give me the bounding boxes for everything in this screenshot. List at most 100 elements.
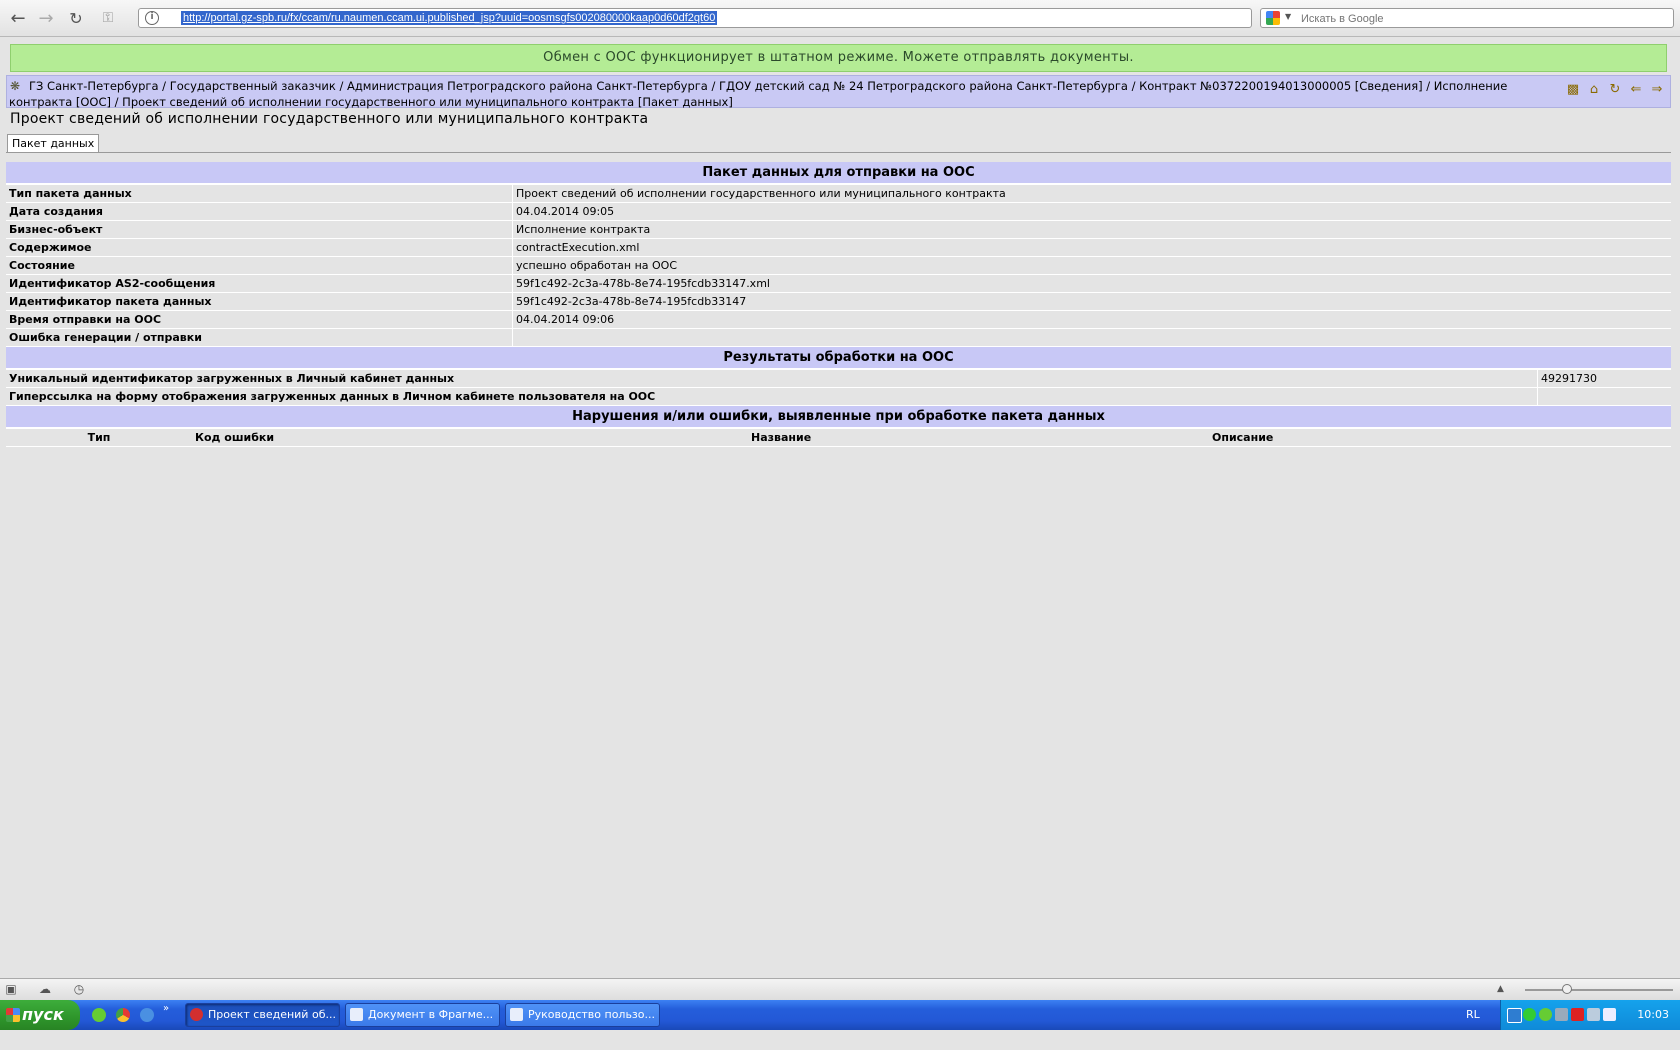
word-icon xyxy=(350,1008,363,1021)
usb-icon[interactable] xyxy=(1555,1008,1568,1021)
field-label: Уникальный идентификатор загруженных в Л… xyxy=(6,370,1538,388)
field-label: Идентификатор пакета данных xyxy=(6,292,513,311)
field-value: 49291730 xyxy=(1537,370,1671,388)
task-word-document[interactable]: Документ в Фрагме... xyxy=(345,1003,500,1027)
breadcrumb-actions: ▩ ⌂ ↻ ⇐ ⇒ xyxy=(1566,82,1664,97)
search-input[interactable] xyxy=(1299,10,1663,28)
field-label: Состояние xyxy=(6,256,513,275)
package-section-heading: Пакет данных для отправки на ООС xyxy=(6,162,1671,185)
forward-arrow-icon[interactable]: → xyxy=(34,6,58,30)
forward-icon[interactable]: ⇒ xyxy=(1650,82,1664,97)
tab-divider xyxy=(6,152,1671,153)
page-title: Проект сведений об исполнении государств… xyxy=(10,111,649,127)
task-label: Руководство пользо... xyxy=(528,1008,656,1021)
system-tray: 10:03 xyxy=(1500,1000,1680,1030)
package-row: Ошибка генерации / отправки xyxy=(6,328,1671,347)
language-indicator[interactable]: RL xyxy=(1466,1000,1480,1030)
back-arrow-icon[interactable]: ← xyxy=(6,6,30,30)
field-label: Содержимое xyxy=(6,238,513,257)
screen-bottom-edge xyxy=(0,1030,1680,1050)
site-info-icon[interactable]: i xyxy=(145,11,159,25)
search-box[interactable]: ▼ xyxy=(1260,8,1674,28)
windows-logo-icon xyxy=(6,1008,20,1022)
field-label: Дата создания xyxy=(6,202,513,221)
column-header-type[interactable]: Тип xyxy=(6,429,192,447)
field-value xyxy=(1537,387,1671,406)
start-label: пуск xyxy=(22,1005,64,1024)
more-chevron-icon[interactable]: » xyxy=(163,1003,169,1014)
folder-icon[interactable]: ▩ xyxy=(1566,82,1580,97)
field-value: Проект сведений об исполнении государств… xyxy=(512,185,1671,203)
reload-icon[interactable]: ↻ xyxy=(64,6,88,30)
package-row: Содержимое contractExecution.xml xyxy=(6,238,1671,257)
package-row: Тип пакета данных Проект сведений об испо… xyxy=(6,185,1671,203)
field-label: Тип пакета данных xyxy=(6,185,513,203)
field-value: 59f1c492-2c3a-478b-8e74-195fcdb33147.xml xyxy=(512,274,1671,293)
field-value: contractExecution.xml xyxy=(512,238,1671,257)
volume-icon[interactable] xyxy=(1587,1008,1600,1021)
cloud-icon[interactable]: ☁ xyxy=(38,983,52,996)
chrome-icon[interactable] xyxy=(116,1008,130,1022)
icq-tray-icon[interactable] xyxy=(1539,1008,1552,1021)
field-value: успешно обработан на ООС xyxy=(512,256,1671,275)
panel-toggle-icon[interactable]: ▣ xyxy=(4,983,18,996)
package-row: Дата создания 04.04.2014 09:05 xyxy=(6,202,1671,221)
package-row: Состояние успешно обработан на ООС xyxy=(6,256,1671,275)
chevron-down-icon[interactable]: ▼ xyxy=(1285,12,1291,21)
task-opera-window[interactable]: Проект сведений об... xyxy=(185,1003,340,1027)
google-icon[interactable] xyxy=(1266,11,1280,25)
zoom-slider[interactable] xyxy=(1525,989,1673,991)
address-bar[interactable]: i http://portal.gz-spb.ru/fx/ccam/ru.nau… xyxy=(138,8,1252,28)
word-icon xyxy=(510,1008,523,1021)
browser-toolbar: ← → ↻ ⚿ i http://portal.gz-spb.ru/fx/cca… xyxy=(0,0,1680,37)
chevron-up-icon[interactable]: ▲ xyxy=(1497,984,1504,994)
result-row: Гиперссылка на форму отображения загруже… xyxy=(6,387,1671,406)
column-header-description[interactable]: Описание xyxy=(1209,429,1671,447)
monitor-icon[interactable] xyxy=(1603,1008,1616,1021)
speed-dial-icon[interactable]: ◷ xyxy=(72,983,86,996)
results-section-heading: Результаты обработки на ООС xyxy=(6,347,1671,370)
field-value: Исполнение контракта xyxy=(512,220,1671,239)
package-row: Идентификатор AS2-сообщения 59f1c492-2c3a… xyxy=(6,274,1671,293)
field-label: Бизнес-объект xyxy=(6,220,513,239)
home-icon[interactable]: ⌂ xyxy=(1587,82,1601,97)
jabber-icon[interactable] xyxy=(1507,1008,1522,1023)
browser-status-bar: ▣ ☁ ◷ ▲ xyxy=(0,978,1680,1001)
field-label: Ошибка генерации / отправки xyxy=(6,328,513,347)
task-label: Документ в Фрагме... xyxy=(368,1008,494,1021)
field-value xyxy=(512,328,1671,347)
column-header-name[interactable]: Название xyxy=(748,429,1209,447)
package-row: Время отправки на ООС 04.04.2014 09:06 xyxy=(6,310,1671,329)
package-table: Тип пакета данных Проект сведений об испо… xyxy=(6,185,1671,347)
key-icon[interactable]: ⚿ xyxy=(96,6,120,30)
icq-icon[interactable] xyxy=(92,1008,106,1022)
field-value: 59f1c492-2c3a-478b-8e74-195fcdb33147 xyxy=(512,292,1671,311)
package-row: Идентификатор пакета данных 59f1c492-2c3a… xyxy=(6,292,1671,311)
zoom-slider-handle[interactable] xyxy=(1562,984,1572,994)
back-icon[interactable]: ⇐ xyxy=(1629,82,1643,97)
errors-header-row: Тип Код ошибки Название Описание xyxy=(6,429,1671,447)
network-icon[interactable] xyxy=(1523,1008,1536,1021)
field-value: 04.04.2014 09:05 xyxy=(512,202,1671,221)
main-content: Пакет данных для отправки на ООС Тип пак… xyxy=(6,162,1671,447)
ie-icon[interactable] xyxy=(140,1008,154,1022)
exchange-status-banner: Обмен с ООС функционирует в штатном режи… xyxy=(10,44,1667,72)
opera-icon xyxy=(190,1008,203,1021)
field-label: Идентификатор AS2-сообщения xyxy=(6,274,513,293)
result-row: Уникальный идентификатор загруженных в Л… xyxy=(6,370,1671,388)
task-word-manual[interactable]: Руководство пользо... xyxy=(505,1003,660,1027)
column-header-error-code[interactable]: Код ошибки xyxy=(192,429,748,447)
refresh-icon[interactable]: ↻ xyxy=(1608,82,1622,97)
url-text[interactable]: http://portal.gz-spb.ru/fx/ccam/ru.naume… xyxy=(181,11,718,25)
field-label: Время отправки на ООС xyxy=(6,310,513,329)
breadcrumb: ❋ ГЗ Санкт-Петербурга / Государственный … xyxy=(6,75,1671,110)
clock[interactable]: 10:03 xyxy=(1637,1000,1669,1030)
antivirus-icon[interactable] xyxy=(1571,1008,1584,1021)
windows-taskbar: пуск » Проект сведений об... Документ в … xyxy=(0,1000,1680,1030)
tab-data-package[interactable]: Пакет данных xyxy=(7,134,100,153)
breadcrumb-path[interactable]: ГЗ Санкт-Петербурга / Государственный за… xyxy=(9,78,1544,110)
start-button[interactable]: пуск xyxy=(0,1000,80,1030)
field-label: Гиперссылка на форму отображения загруже… xyxy=(6,387,1538,406)
errors-table: Тип Код ошибки Название Описание xyxy=(6,429,1671,447)
results-table: Уникальный идентификатор загруженных в Л… xyxy=(6,370,1671,406)
